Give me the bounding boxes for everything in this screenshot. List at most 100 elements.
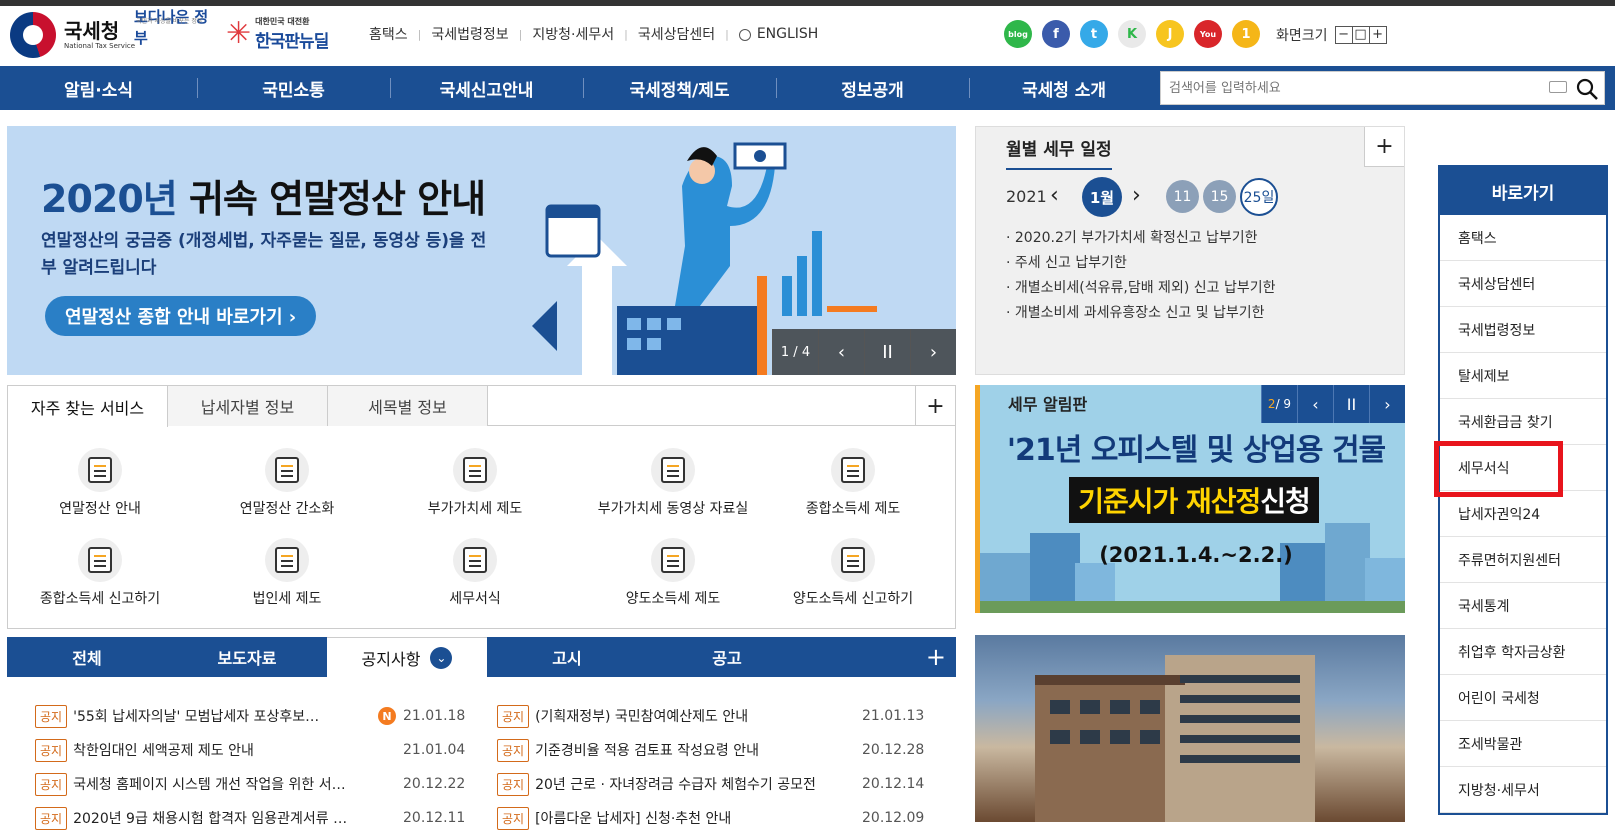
kakaostory-icon[interactable]: K	[1118, 20, 1146, 48]
tab-notices[interactable]: 공지사항 ⌄	[327, 637, 487, 677]
service-capital-gains-filing[interactable]: 양도소득세 신고하기	[763, 538, 943, 608]
schedule-day-25[interactable]: 25일	[1240, 178, 1278, 216]
quick-link-taxpayer-rights[interactable]: 납세자권익24	[1440, 491, 1606, 537]
nav-news[interactable]: 알림·소식	[0, 66, 197, 110]
form-icon	[453, 538, 497, 582]
frequent-services: 자주 찾는 서비스 납세자별 정보 세목별 정보 + 연말정산 안내 연말정산 …	[7, 385, 956, 629]
notice-row[interactable]: 공지 '55회 납세자의날' 모범납세자 포상후보… N 21.01.18	[35, 703, 475, 729]
nts-logo[interactable]: 국세청 National Tax Service	[10, 12, 135, 58]
board-prev-button[interactable]: ‹	[1297, 385, 1333, 423]
korean-new-deal-logo[interactable]: ✳ 대한민국 대전환 한국판뉴딜	[226, 14, 329, 54]
font-increase-button[interactable]: +	[1368, 26, 1387, 44]
board-next-button[interactable]: ›	[1369, 385, 1405, 423]
youtube-icon[interactable]: You	[1194, 20, 1222, 48]
quick-link-statistics[interactable]: 국세통계	[1440, 583, 1606, 629]
schedule-item[interactable]: · 개별소비세 과세유흥장소 신고 및 납부기한	[1006, 301, 1275, 326]
schedule-day-11[interactable]: 11	[1166, 180, 1199, 213]
service-year-end[interactable]: 연말정산 안내	[10, 448, 190, 518]
banner-next-button[interactable]: ›	[910, 329, 956, 375]
tab-announcement[interactable]: 고시	[487, 637, 647, 677]
nav-disclosure[interactable]: 정보공개	[776, 66, 969, 110]
board-pause-button[interactable]: II	[1333, 385, 1369, 423]
notice-row[interactable]: 공지 [아름다운 납세자] 신청·추천 안내 20.12.09	[497, 805, 937, 831]
tab-tax-item-info[interactable]: 세목별 정보	[328, 386, 488, 426]
banner-cta-button[interactable]: 연말정산 종합 안내 바로가기 ›	[45, 296, 317, 336]
quick-link-hometax[interactable]: 홈택스	[1440, 215, 1606, 261]
tax-notice-board[interactable]: 세무 알림판 2/ 9 ‹ II › '21년 오피스텔 및 상업용 건물 기준…	[975, 385, 1405, 613]
notice-row[interactable]: 공지 2020년 9급 채용시험 합격자 임용관계서류 … 20.12.11	[35, 805, 475, 831]
nav-tax-filing[interactable]: 국세신고안내	[390, 66, 583, 110]
services-more-button[interactable]: +	[915, 386, 955, 426]
nav-communication[interactable]: 국민소통	[197, 66, 390, 110]
quick-link-refund[interactable]: 국세환급금 찾기	[1440, 399, 1606, 445]
quick-link-tax-law[interactable]: 국세법령정보	[1440, 307, 1606, 353]
quick-link-regional-office[interactable]: 지방청·세무서	[1440, 767, 1606, 813]
keyboard-icon[interactable]	[1549, 81, 1567, 93]
twitter-icon[interactable]: t	[1080, 20, 1108, 48]
quick-link-report-evasion[interactable]: 탈세제보	[1440, 353, 1606, 399]
slogan1-small: 국민과 세상을 바꾸는 정부	[136, 18, 203, 25]
service-income-tax[interactable]: 종합소득세 제도	[763, 448, 943, 518]
nav-about[interactable]: 국세청 소개	[969, 66, 1159, 110]
tab-all[interactable]: 전체	[7, 637, 167, 677]
service-capital-gains[interactable]: 양도소득세 제도	[583, 538, 763, 608]
better-government-logo[interactable]: 국민과 세상을 바꾸는 정부 보다나은 정부	[134, 8, 220, 52]
link-hometax[interactable]: 홈택스	[369, 24, 408, 44]
blog-icon[interactable]: blog	[1004, 20, 1032, 48]
slogan1-text: 보다나은 정부	[134, 8, 209, 47]
link-english[interactable]: ENGLISH	[757, 26, 819, 42]
schedule-item[interactable]: · 2020.2기 부가가치세 확정신고 납부기한	[1006, 226, 1275, 251]
schedule-month[interactable]: 1월	[1082, 177, 1122, 217]
nts-emblem-icon	[10, 12, 56, 58]
schedule-item[interactable]: · 개별소비세(석유류,담배 제외) 신고 납부기한	[1006, 276, 1275, 301]
nav-tax-policy[interactable]: 국세정책/제도	[583, 66, 776, 110]
one-icon[interactable]: 1	[1232, 20, 1260, 48]
tab-frequent-services[interactable]: 자주 찾는 서비스	[8, 386, 168, 427]
notice-board: 전체 보도자료 공지사항 ⌄ 고시 공고 + 공지 '55회 납세자의날' 모범납세…	[7, 637, 956, 830]
service-vat-video[interactable]: 부가가치세 동영상 자료실	[563, 448, 783, 518]
quick-link-consult[interactable]: 국세상담센터	[1440, 261, 1606, 307]
tab-press[interactable]: 보도자료	[167, 637, 327, 677]
tab-taxpayer-info[interactable]: 납세자별 정보	[168, 386, 328, 426]
link-tax-law[interactable]: 국세법령정보	[431, 24, 508, 44]
notice-more-button[interactable]: +	[926, 643, 946, 671]
banner-controls: 1 / 4 ‹ II ›	[772, 329, 956, 375]
board-headline: '21년 오피스텔 및 상업용 건물	[1006, 433, 1386, 468]
banner-pause-button[interactable]: II	[864, 329, 910, 375]
prev-month-arrow-icon[interactable]: ‹	[1050, 183, 1059, 208]
quick-link-student-loan[interactable]: 취업후 학자금상환	[1440, 629, 1606, 675]
next-month-arrow-icon[interactable]: ›	[1132, 183, 1141, 208]
service-simplified[interactable]: 연말정산 간소화	[197, 448, 377, 518]
slogan2-text: 한국판뉴딜	[255, 32, 329, 52]
service-income-filing[interactable]: 종합소득세 신고하기	[10, 538, 190, 608]
service-corporate-tax[interactable]: 법인세 제도	[197, 538, 377, 608]
schedule-day-15[interactable]: 15	[1203, 180, 1236, 213]
schedule-item[interactable]: · 주세 신고 납부기한	[1006, 251, 1275, 276]
link-regional-office[interactable]: 지방청·세무서	[532, 24, 614, 44]
facebook-icon[interactable]: f	[1042, 20, 1070, 48]
quick-link-liquor-license[interactable]: 주류면허지원센터	[1440, 537, 1606, 583]
main-banner[interactable]: 2020년 귀속 연말정산 안내 연말정산의 궁금증 (개정세법, 자주묻는 질…	[7, 126, 956, 375]
house-check-icon	[78, 538, 122, 582]
font-reset-button[interactable]: □	[1351, 26, 1370, 44]
search-icon[interactable]	[1575, 77, 1599, 101]
notice-row[interactable]: 공지 국세청 홈페이지 시스템 개선 작업을 위한 서… 20.12.22	[35, 771, 475, 797]
banner-prev-button[interactable]: ‹	[818, 329, 864, 375]
notice-row[interactable]: 공지 기준경비율 적용 검토표 작성요령 안내 20.12.28	[497, 737, 937, 763]
quick-link-tax-museum[interactable]: 조세박물관	[1440, 721, 1606, 767]
font-size-label: 화면크기	[1276, 28, 1328, 44]
link-tax-consult[interactable]: 국세상담센터	[638, 24, 715, 44]
service-tax-forms[interactable]: 세무서식	[385, 538, 565, 608]
font-decrease-button[interactable]: −	[1334, 26, 1353, 44]
notice-row[interactable]: 공지 (기획재정부) 국민참여예산제도 안내 21.01.13	[497, 703, 937, 729]
notice-row[interactable]: 공지 착한임대인 세액공제 제도 안내 21.01.04	[35, 737, 475, 763]
search-input[interactable]	[1169, 72, 1549, 104]
schedule-more-button[interactable]: +	[1364, 127, 1404, 167]
quick-link-kids[interactable]: 어린이 국세청	[1440, 675, 1606, 721]
kakaotalk-icon[interactable]: J	[1156, 20, 1184, 48]
service-vat[interactable]: 부가가치세 제도	[385, 448, 565, 518]
tab-public-notice[interactable]: 공고	[647, 637, 807, 677]
nts-building-photo[interactable]	[975, 635, 1405, 822]
new-badge: N	[378, 707, 396, 725]
notice-row[interactable]: 공지 20년 근로 · 자녀장려금 수급자 체험수기 공모전 20.12.14	[497, 771, 937, 797]
